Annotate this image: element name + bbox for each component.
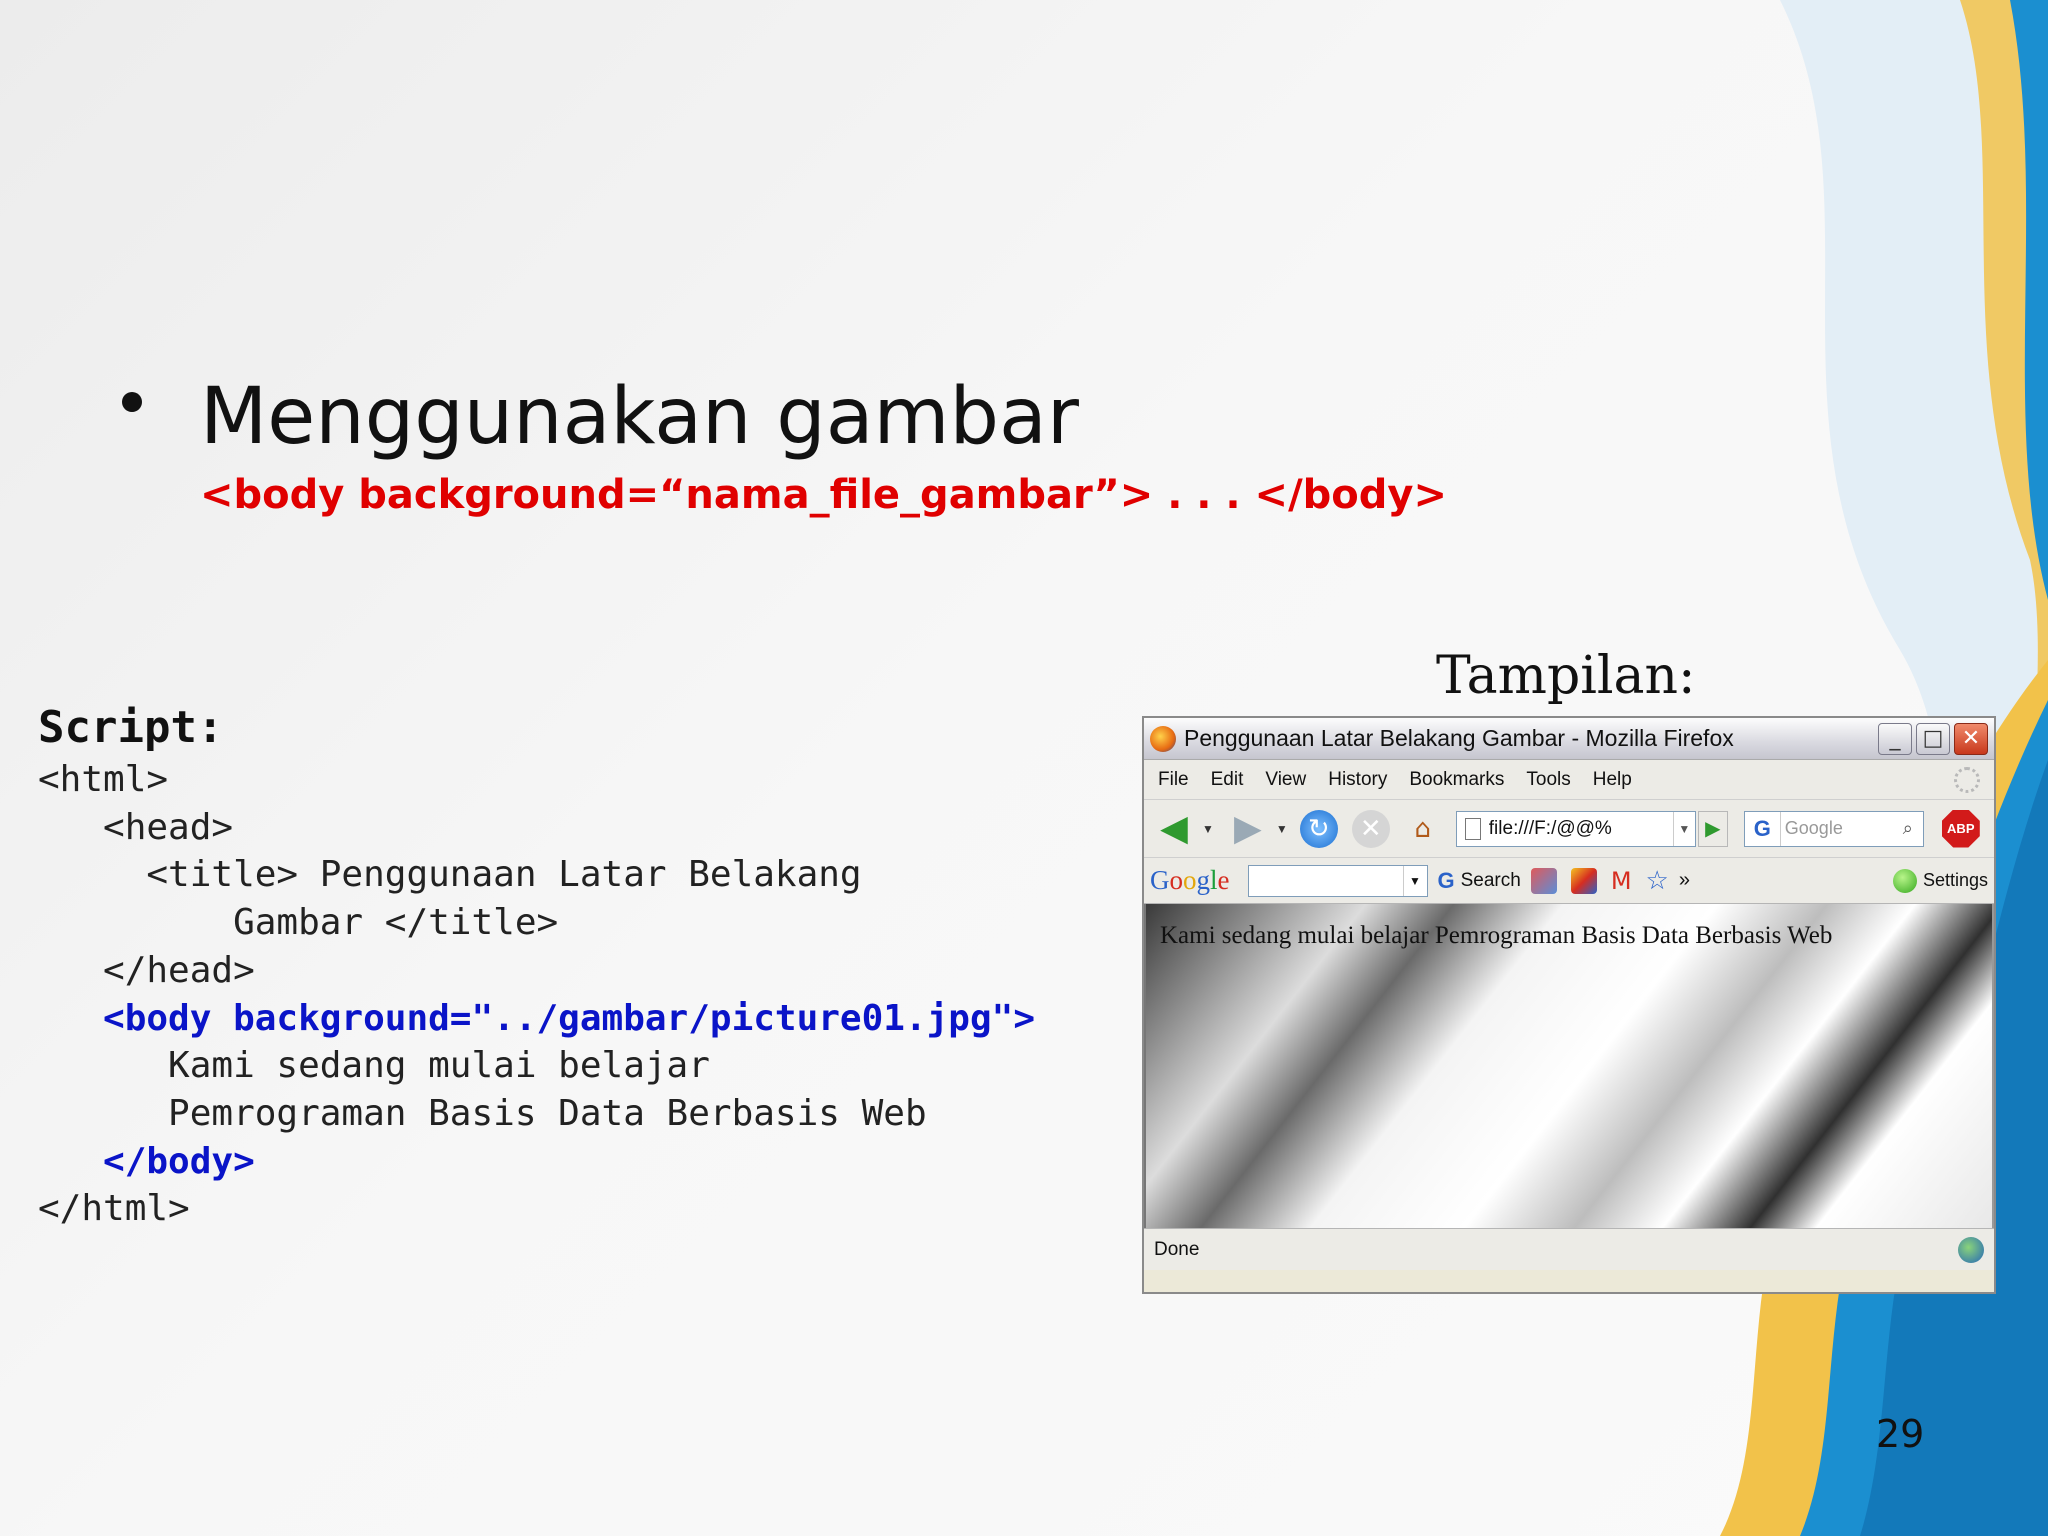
settings-status-icon <box>1892 868 1917 893</box>
stop-icon[interactable]: ✕ <box>1351 809 1390 848</box>
code-line: <html> <box>38 759 169 800</box>
maximize-button[interactable]: □ <box>1916 722 1950 755</box>
settings-button[interactable]: Settings <box>1892 868 1988 893</box>
forward-arrow-icon[interactable]: ▶ <box>1226 808 1270 849</box>
menu-view[interactable]: View <box>1265 769 1306 791</box>
firefox-window-screenshot: Penggunaan Latar Belakang Gambar - Mozil… <box>1142 716 1996 1294</box>
search-placeholder[interactable]: Google <box>1781 818 1893 839</box>
forward-dropdown-icon[interactable]: ▼ <box>1276 822 1288 836</box>
code-line: <head> <box>38 806 234 848</box>
google-search-label: Search <box>1460 869 1521 891</box>
back-arrow-icon[interactable]: ◀ <box>1152 808 1196 849</box>
adblock-plus-icon[interactable]: ABP <box>1941 809 1980 848</box>
page-content: Kami sedang mulai belajar Pemrograman Ba… <box>1144 904 1994 1228</box>
code-line: Pemrograman Basis Data Berbasis Web <box>38 1092 927 1134</box>
menu-edit[interactable]: Edit <box>1211 769 1244 791</box>
code-line: <title> Penggunaan Latar Belakang <box>38 854 862 896</box>
code-line-body-close: </body> <box>38 1140 255 1182</box>
code-line: Gambar </title> <box>38 902 559 944</box>
slide-heading: Menggunakan gambar <box>200 372 1079 462</box>
code-line-body-open: <body background="../gambar/picture01.jp… <box>38 997 1035 1039</box>
menu-bar: File Edit View History Bookmarks Tools H… <box>1144 760 1994 800</box>
go-button[interactable]: ▶ <box>1697 810 1728 847</box>
status-globe-icon <box>1958 1236 1984 1263</box>
url-text[interactable]: file:///F:/@@% <box>1489 818 1673 840</box>
toolbar-icon[interactable] <box>1570 867 1597 894</box>
home-icon[interactable]: ⌂ <box>1404 810 1442 848</box>
magnifier-icon[interactable]: ⌕ <box>1893 818 1923 839</box>
page-icon <box>1464 817 1481 840</box>
chevron-down-icon[interactable]: ▼ <box>1402 865 1427 896</box>
address-bar[interactable]: file:///F:/@@% ▼ <box>1455 810 1696 847</box>
google-logo: Google <box>1150 865 1230 895</box>
star-icon[interactable]: ☆ <box>1646 866 1669 896</box>
window-title: Penggunaan Latar Belakang Gambar - Mozil… <box>1184 725 1734 751</box>
code-line: </head> <box>38 949 255 991</box>
menu-file[interactable]: File <box>1158 769 1189 791</box>
navigation-toolbar: ◀ ▼ ▶ ▼ ↻ ✕ ⌂ file:///F:/@@% ▼ ▶ G Googl… <box>1144 800 1994 858</box>
page-number: 29 <box>1876 1412 1925 1456</box>
menu-history[interactable]: History <box>1328 769 1387 791</box>
bullet-dot <box>122 392 142 412</box>
script-code-block: Script: <html> <head> <title> Penggunaan … <box>38 700 1035 1233</box>
status-bar: Done <box>1144 1228 1994 1270</box>
google-search-button[interactable]: G Search <box>1438 868 1521 894</box>
code-line: Kami sedang mulai belajar <box>38 1045 710 1087</box>
google-toolbar: Google ▼ G Search M ☆ » Settings <box>1144 858 1994 904</box>
back-dropdown-icon[interactable]: ▼ <box>1202 822 1214 836</box>
throbber-icon <box>1954 766 1980 793</box>
tampilan-label: Tampilan: <box>1436 646 1696 706</box>
script-label: Script: <box>38 702 224 753</box>
url-dropdown-icon[interactable]: ▼ <box>1672 811 1695 846</box>
window-titlebar: Penggunaan Latar Belakang Gambar - Mozil… <box>1144 718 1994 760</box>
reload-icon[interactable]: ↻ <box>1299 809 1338 848</box>
close-button[interactable]: ✕ <box>1954 722 1988 755</box>
syntax-example: <body background=“nama_file_gambar”> . .… <box>200 472 1448 518</box>
google-g-icon: G <box>1437 867 1455 893</box>
firefox-logo-icon <box>1150 725 1176 752</box>
more-button[interactable]: » <box>1679 869 1690 892</box>
menu-bookmarks[interactable]: Bookmarks <box>1409 769 1504 791</box>
google-engine-icon[interactable]: G <box>1745 811 1781 846</box>
google-search-input[interactable]: ▼ <box>1247 864 1428 897</box>
menu-tools[interactable]: Tools <box>1526 769 1570 791</box>
status-text: Done <box>1154 1238 1200 1260</box>
menu-help[interactable]: Help <box>1593 769 1632 791</box>
toolbar-icon[interactable] <box>1530 867 1557 894</box>
code-line: </html> <box>38 1188 190 1230</box>
search-box[interactable]: G Google ⌕ <box>1743 810 1924 847</box>
minimize-button[interactable]: _ <box>1878 722 1912 755</box>
settings-label: Settings <box>1922 870 1988 890</box>
gmail-icon[interactable]: M <box>1611 867 1632 895</box>
page-body-text: Kami sedang mulai belajar Pemrograman Ba… <box>1160 922 1833 949</box>
